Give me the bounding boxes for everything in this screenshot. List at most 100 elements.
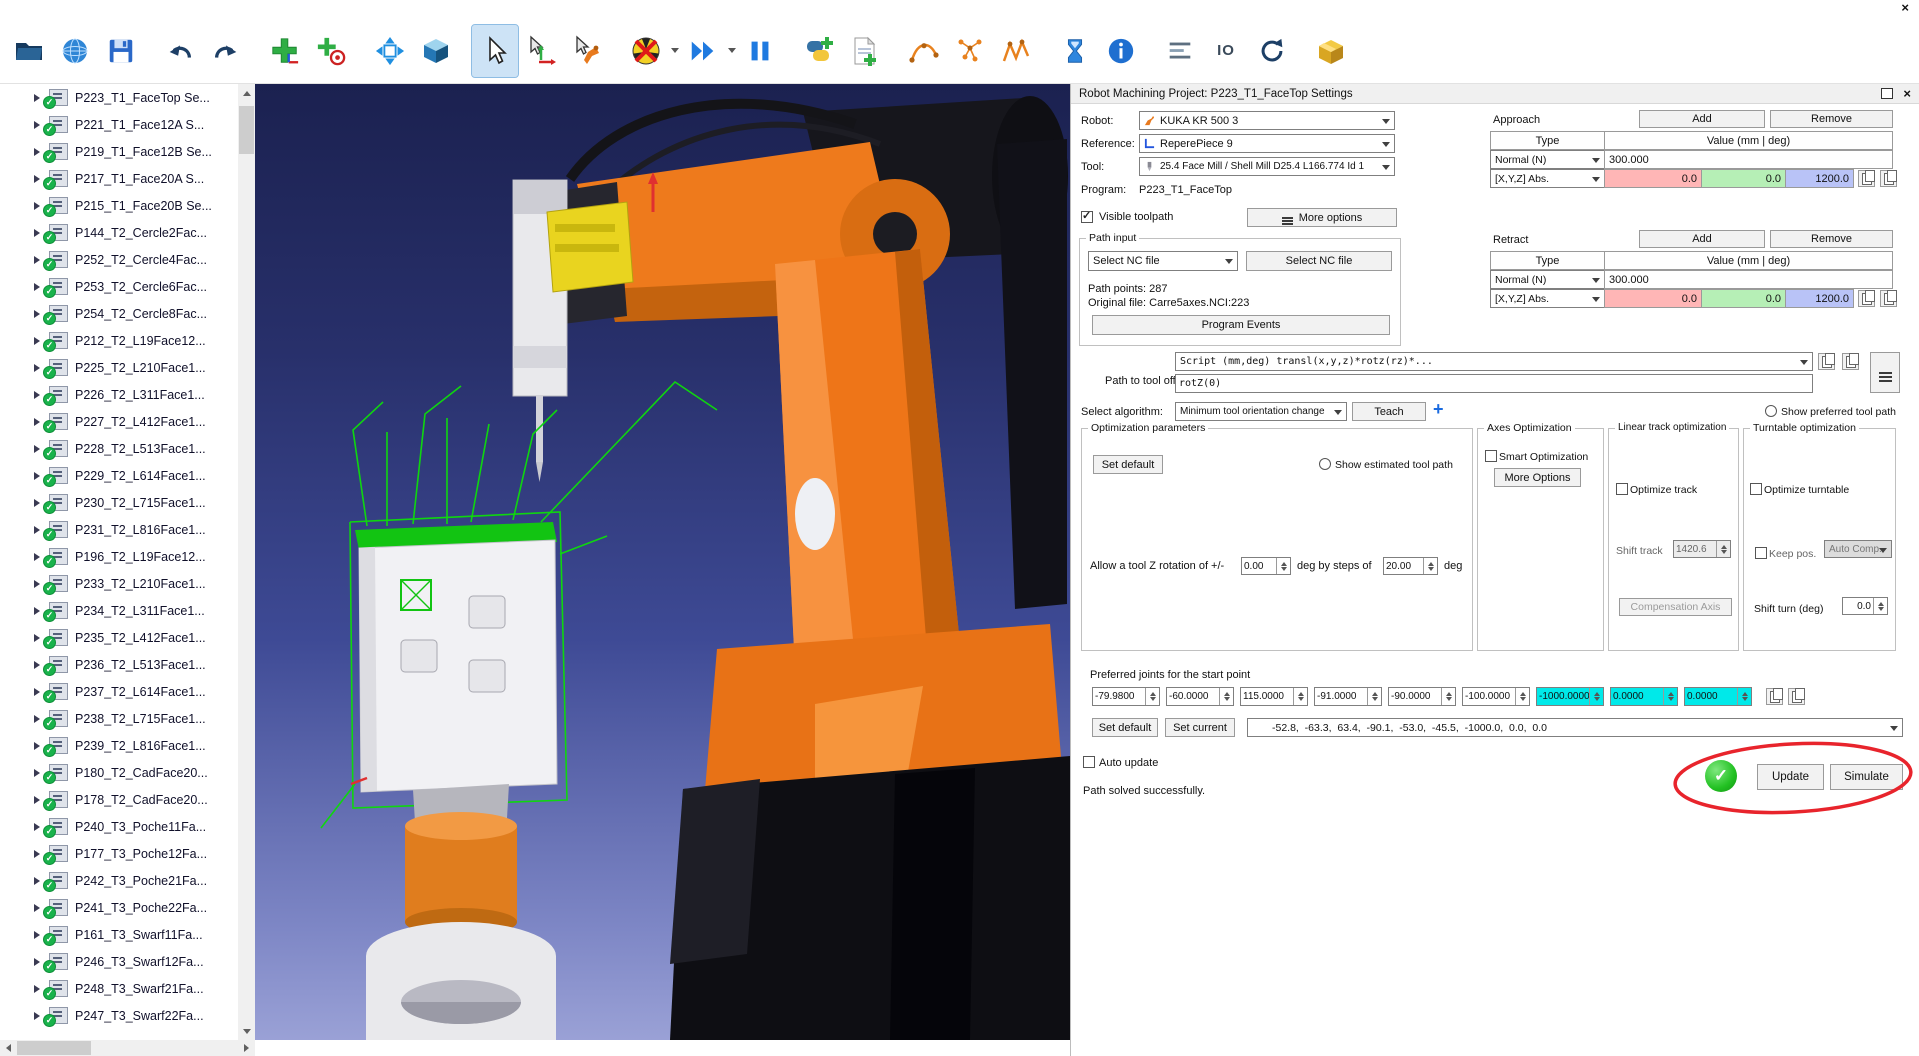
retract-y-cell[interactable]: 0.0 bbox=[1701, 289, 1786, 308]
menu-item[interactable] bbox=[18, 8, 36, 10]
tree-item[interactable]: P253_T2_Cercle6Fac... bbox=[0, 273, 238, 300]
approach-z-cell[interactable]: 1200.0 bbox=[1785, 169, 1854, 188]
tree-item[interactable]: P226_T2_L311Face1... bbox=[0, 381, 238, 408]
approach-copy-button[interactable] bbox=[1858, 170, 1875, 187]
tree-vertical-scrollbar[interactable] bbox=[238, 84, 255, 1040]
tree-item[interactable]: P161_T3_Swarf11Fa... bbox=[0, 921, 238, 948]
menu-item[interactable] bbox=[126, 8, 144, 10]
joint-value-stepper[interactable]: 115.0000 bbox=[1240, 687, 1308, 706]
offset-copy-button[interactable] bbox=[1842, 353, 1859, 370]
joint-value-stepper[interactable]: -90.0000 bbox=[1388, 687, 1456, 706]
joints-paste-button[interactable] bbox=[1788, 688, 1805, 705]
menu-item[interactable] bbox=[108, 8, 126, 10]
tree-item[interactable]: P233_T2_L210Face1... bbox=[0, 570, 238, 597]
joints-set-default-button[interactable]: Set default bbox=[1092, 718, 1158, 737]
io-button[interactable]: IO bbox=[1203, 25, 1249, 77]
tool-select[interactable]: 25.4 Face Mill / Shell Mill D25.4 L166.7… bbox=[1139, 157, 1395, 176]
tree-item[interactable]: P254_T2_Cercle8Fac... bbox=[0, 300, 238, 327]
approach-remove-button[interactable]: Remove bbox=[1770, 110, 1893, 128]
move-reference-button[interactable] bbox=[518, 25, 564, 77]
scroll-left-arrow[interactable] bbox=[0, 1040, 16, 1056]
save-button[interactable] bbox=[98, 25, 144, 77]
algorithm-select[interactable]: Minimum tool orientation change bbox=[1175, 402, 1347, 421]
nc-file-select[interactable]: Select NC file bbox=[1088, 251, 1238, 271]
fast-simulation-dropdown[interactable] bbox=[726, 25, 737, 77]
tree-item[interactable]: P237_T2_L614Face1... bbox=[0, 678, 238, 705]
panel-title-bar[interactable]: Robot Machining Project: P223_T1_FaceTop… bbox=[1071, 84, 1919, 104]
approach-value-1[interactable]: 300.000 bbox=[1604, 150, 1893, 169]
joints-set-current-button[interactable]: Set current bbox=[1165, 718, 1235, 737]
show-preferred-radio[interactable] bbox=[1765, 405, 1777, 417]
scroll-up-arrow[interactable] bbox=[238, 84, 255, 101]
program-events-button[interactable]: Program Events bbox=[1092, 315, 1390, 335]
compensation-axis-button[interactable]: Compensation Axis bbox=[1619, 598, 1732, 616]
tree-item[interactable]: P246_T3_Swarf12Fa... bbox=[0, 948, 238, 975]
menu-item[interactable] bbox=[0, 8, 18, 10]
simulate-button[interactable]: Simulate bbox=[1830, 764, 1903, 790]
add-python-button[interactable] bbox=[842, 25, 888, 77]
joint-value-stepper[interactable]: -1000.0000 bbox=[1536, 687, 1604, 706]
teach-button[interactable]: Teach bbox=[1352, 402, 1426, 421]
retract-z-cell[interactable]: 1200.0 bbox=[1785, 289, 1854, 308]
point-project-button[interactable] bbox=[947, 25, 993, 77]
program-calls-button[interactable] bbox=[1157, 25, 1203, 77]
menu-item[interactable] bbox=[36, 8, 54, 10]
offset-script-select[interactable]: Script (mm,deg) transl(x,y,z)*rotz(rz)*.… bbox=[1175, 352, 1813, 371]
joint-value-stepper[interactable]: 0.0000 bbox=[1684, 687, 1752, 706]
tree-item[interactable]: P241_T3_Poche22Fa... bbox=[0, 894, 238, 921]
joint-value-stepper[interactable]: -79.9800 bbox=[1092, 687, 1160, 706]
retract-type-2-select[interactable]: [X,Y,Z] Abs. bbox=[1490, 289, 1605, 308]
move-robot-button[interactable] bbox=[564, 25, 610, 77]
tree-item[interactable]: P248_T3_Swarf21Fa... bbox=[0, 975, 238, 1002]
tree-item[interactable]: P247_T3_Swarf22Fa... bbox=[0, 1002, 238, 1029]
opt-set-default-button[interactable]: Set default bbox=[1093, 455, 1163, 474]
axes-more-options-button[interactable]: More Options bbox=[1494, 468, 1581, 487]
tree-item[interactable]: P227_T2_L412Face1... bbox=[0, 408, 238, 435]
fast-simulation-button[interactable] bbox=[680, 25, 726, 77]
tree-item[interactable]: P180_T2_CadFace20... bbox=[0, 759, 238, 786]
rotation-value-stepper[interactable]: 0.00 bbox=[1241, 557, 1291, 575]
curve-project-button[interactable] bbox=[901, 25, 947, 77]
tree-item[interactable]: P178_T2_CadFace20... bbox=[0, 786, 238, 813]
approach-y-cell[interactable]: 0.0 bbox=[1701, 169, 1786, 188]
offset-value-input[interactable]: rotZ(0) bbox=[1175, 374, 1813, 393]
update-button[interactable]: Update bbox=[1757, 764, 1824, 790]
retract-paste-button[interactable] bbox=[1880, 290, 1897, 307]
viewport-3d[interactable] bbox=[255, 84, 1070, 1040]
tree-item[interactable]: P196_T2_L19Face12... bbox=[0, 543, 238, 570]
joint-value-stepper[interactable]: -91.0000 bbox=[1314, 687, 1382, 706]
retract-x-cell[interactable]: 0.0 bbox=[1604, 289, 1702, 308]
scroll-right-arrow[interactable] bbox=[239, 1040, 255, 1056]
menu-item[interactable] bbox=[90, 8, 108, 10]
keep-pos-checkbox[interactable] bbox=[1755, 547, 1767, 559]
menu-item[interactable] bbox=[54, 8, 72, 10]
tree-item[interactable]: P230_T2_L715Face1... bbox=[0, 489, 238, 516]
window-close-button[interactable]: × bbox=[1901, 1, 1909, 15]
select-nc-file-button[interactable]: Select NC file bbox=[1246, 251, 1392, 271]
tree-item[interactable]: P234_T2_L311Face1... bbox=[0, 597, 238, 624]
visible-toolpath-checkbox[interactable] bbox=[1081, 211, 1093, 223]
tree-item[interactable]: P242_T3_Poche21Fa... bbox=[0, 867, 238, 894]
add-target-button[interactable] bbox=[308, 25, 354, 77]
add-frame-button[interactable] bbox=[262, 25, 308, 77]
optimize-track-checkbox[interactable] bbox=[1616, 483, 1628, 495]
shift-turn-stepper[interactable]: 0.0 bbox=[1842, 597, 1888, 615]
panel-close-icon[interactable]: × bbox=[1903, 88, 1911, 99]
auto-comp-select[interactable]: Auto Comp. bbox=[1824, 540, 1892, 558]
tree-item[interactable]: P223_T1_FaceTop Se... bbox=[0, 84, 238, 111]
offset-reset-button[interactable] bbox=[1818, 353, 1835, 370]
tree-item[interactable]: P240_T3_Poche11Fa... bbox=[0, 813, 238, 840]
hourglass-button[interactable] bbox=[1052, 25, 1098, 77]
undo-button[interactable] bbox=[157, 25, 203, 77]
approach-x-cell[interactable]: 0.0 bbox=[1604, 169, 1702, 188]
tree-item[interactable]: P225_T2_L210Face1... bbox=[0, 354, 238, 381]
open-project-button[interactable] bbox=[6, 25, 52, 77]
tree-item[interactable]: P177_T3_Poche12Fa... bbox=[0, 840, 238, 867]
retract-remove-button[interactable]: Remove bbox=[1770, 230, 1893, 248]
tree-item[interactable]: P228_T2_L513Face1... bbox=[0, 435, 238, 462]
pause-button[interactable] bbox=[737, 25, 783, 77]
smart-optimization-checkbox[interactable] bbox=[1485, 450, 1497, 462]
approach-type-2-select[interactable]: [X,Y,Z] Abs. bbox=[1490, 169, 1605, 188]
reference-select[interactable]: ReperePiece 9 bbox=[1139, 134, 1395, 153]
tree-item[interactable]: P236_T2_L513Face1... bbox=[0, 651, 238, 678]
